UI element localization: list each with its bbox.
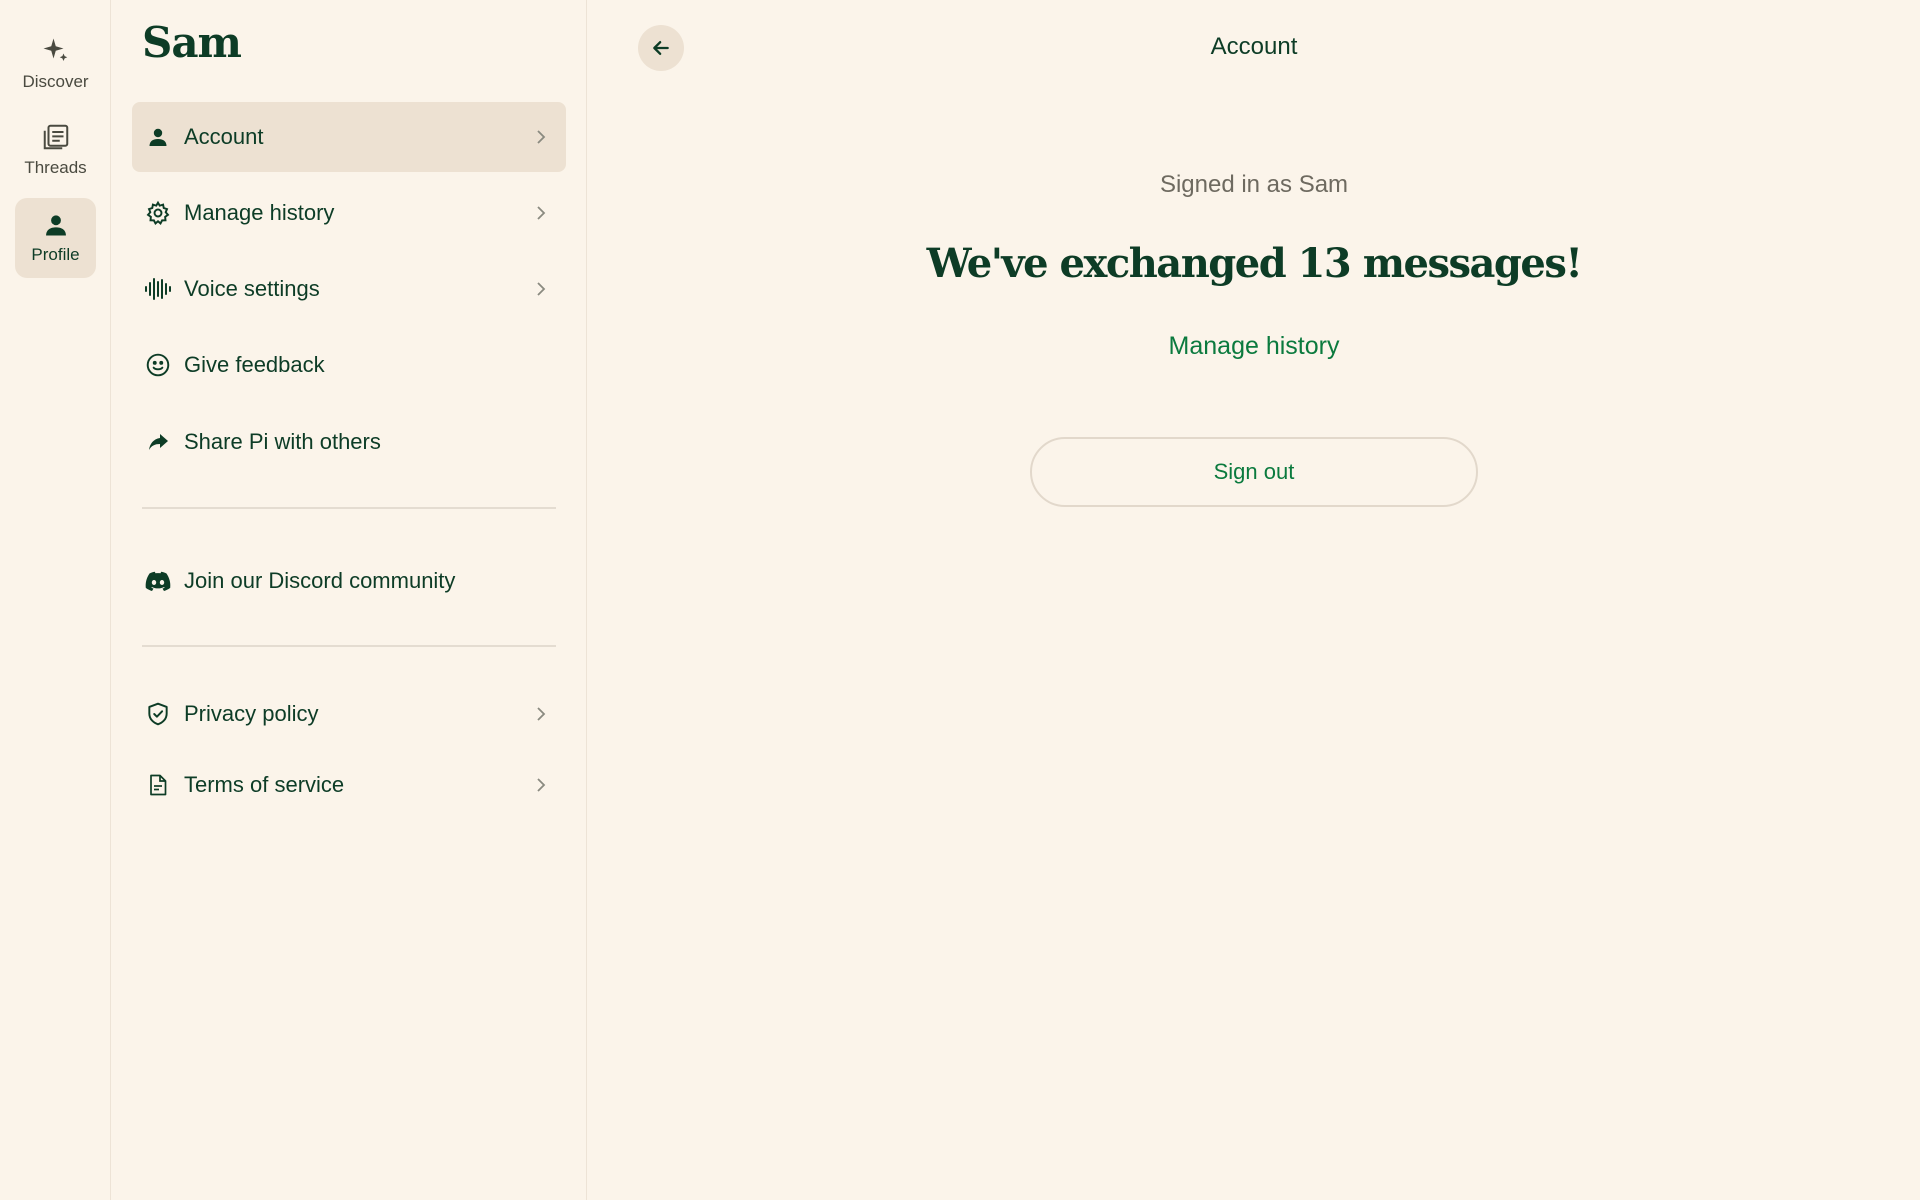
document-icon (144, 771, 172, 799)
chevron-right-icon (537, 130, 546, 144)
chevron-right-icon (537, 707, 546, 721)
menu-item-label: Privacy policy (184, 701, 319, 726)
chevron-right-icon (537, 282, 546, 296)
menu-item-label: Manage history (184, 200, 335, 225)
waveform-icon (144, 275, 172, 303)
rail-label: Profile (31, 245, 80, 264)
menu-item-give-feedback[interactable]: Give feedback (132, 330, 566, 400)
menu-item-label: Share Pi with others (184, 429, 381, 454)
smiley-icon (144, 351, 172, 379)
page-title: Account (1210, 33, 1298, 60)
menu-item-label: Terms of service (184, 772, 345, 797)
menu-item-label: Voice settings (184, 276, 320, 301)
shield-check-icon (144, 700, 172, 728)
person-icon (45, 215, 66, 236)
rail-label: Threads (24, 158, 87, 177)
menu-item-terms-of-service[interactable]: Terms of service (132, 750, 566, 820)
chevron-right-icon (537, 778, 546, 792)
menu-item-manage-history[interactable]: Manage history (132, 178, 566, 248)
account-main: Account Signed in as Sam We've exchanged… (588, 0, 1920, 1200)
rail-item-profile[interactable]: Profile (15, 198, 96, 278)
rail-item-discover[interactable]: Discover (15, 24, 96, 104)
menu-item-label: Join our Discord community (184, 568, 456, 593)
menu-item-account[interactable]: Account (132, 102, 566, 172)
menu-item-privacy-policy[interactable]: Privacy policy (132, 679, 566, 749)
sign-out-button[interactable]: Sign out (1030, 437, 1478, 507)
chevron-right-icon (537, 206, 546, 220)
menu-item-discord[interactable]: Join our Discord community (132, 546, 566, 616)
person-icon (144, 123, 172, 151)
signed-in-text: Signed in as Sam (1159, 171, 1349, 198)
threads-icon (43, 124, 68, 150)
rail-item-threads[interactable]: Threads (15, 110, 96, 190)
menu-divider (142, 645, 556, 647)
rail-label: Discover (22, 72, 89, 91)
profile-menu-panel: Sam Account Manage history Voice setting… (111, 0, 587, 1200)
messages-headline: We've exchanged 13 messages! (926, 240, 1583, 287)
menu-item-voice-settings[interactable]: Voice settings (132, 254, 566, 324)
share-arrow-icon (144, 428, 172, 456)
sparkle-icon (43, 38, 67, 61)
manage-history-link[interactable]: Manage history (588, 332, 1920, 361)
menu-item-label: Account (184, 124, 264, 149)
discord-icon (144, 567, 172, 595)
menu-item-label: Give feedback (184, 352, 325, 377)
menu-item-share[interactable]: Share Pi with others (132, 407, 566, 477)
panel-title: Sam (142, 18, 242, 67)
gear-icon (144, 199, 172, 227)
nav-rail: Discover Threads Profile (0, 0, 111, 1200)
menu-divider (142, 507, 556, 509)
